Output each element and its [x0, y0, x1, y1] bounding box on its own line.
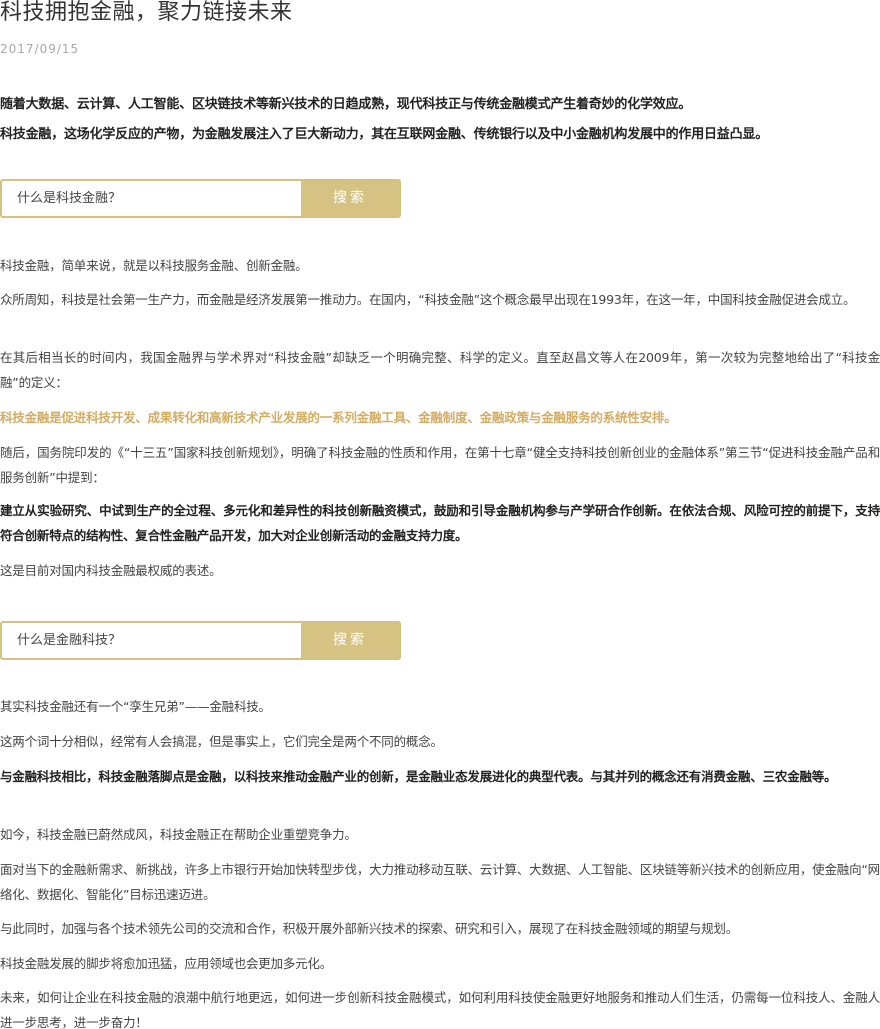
- section1-question: 什么是科技金融？: [17, 191, 122, 206]
- section1-search-button[interactable]: 搜索: [301, 181, 399, 216]
- paragraph: 科技金融，简单来说，就是以科技服务金融、创新金融。: [0, 258, 308, 273]
- paragraph: 随后，国务院印发的《“十三五”国家科技创新规划》，明确了科技金融的性质和作用，在…: [0, 445, 880, 485]
- article-title: 科技拥抱金融，聚力链接未来: [0, 0, 293, 25]
- paragraph: 与此同时，加强与各个技术领先公司的交流和合作，积极开展外部新兴技术的探索、研究和…: [0, 921, 739, 936]
- highlight-definition: 科技金融是促进科技开发、成果转化和高新技术产业发展的一系列金融工具、金融制度、金…: [0, 410, 677, 425]
- paragraph: 在其后相当长的时间内，我国金融界与学术界对“科技金融”却缺乏一个明确完整、科学的…: [0, 350, 880, 390]
- lead-line-2: 科技金融，这场化学反应的产物，为金融发展注入了巨大新动力，其在互联网金融、传统银…: [0, 127, 769, 142]
- paragraph: 其实科技金融还有一个“孪生兄弟”——金融科技。: [0, 699, 271, 714]
- paragraph: 这两个词十分相似，经常有人会搞混，但是事实上，它们完全是两个不同的概念。: [0, 734, 443, 749]
- paragraph: 众所周知，科技是社会第一生产力，而金融是经济发展第一推动力。在国内，“科技金融”…: [0, 292, 856, 307]
- bold-paragraph: 建立从实验研究、中试到生产的全过程、多元化和差异性的科技创新融资模式，鼓励和引导…: [0, 503, 880, 543]
- paragraph: 如今，科技金融已蔚然成风，科技金融正在帮助企业重塑竞争力。: [0, 827, 357, 842]
- paragraph: 未来，如何让企业在科技金融的浪潮中航行地更远，如何进一步创新科技金融模式，如何利…: [0, 990, 880, 1029]
- article: 科技拥抱金融，聚力链接未来 2017/09/15 随着大数据、云计算、人工智能、…: [0, 0, 880, 1029]
- paragraph: 科技金融发展的脚步将愈加迅猛，应用领域也会更加多元化。: [0, 956, 333, 971]
- article-date: 2017/09/15: [0, 42, 80, 56]
- bold-paragraph: 与金融科技相比，科技金融落脚点是金融，以科技来推动金融产业的创新，是金融业态发展…: [0, 769, 837, 784]
- section2-search-button[interactable]: 搜索: [301, 623, 399, 658]
- paragraph: 这是目前对国内科技金融最权威的表述。: [0, 563, 222, 578]
- section2-question: 什么是金融科技？: [17, 633, 122, 648]
- paragraph: 面对当下的金融新需求、新挑战，许多上市银行开始加快转型步伐，大力推动移动互联、云…: [0, 862, 880, 902]
- section2-question-bar: 什么是金融科技？ 搜索: [0, 621, 401, 660]
- lead-line-1: 随着大数据、云计算、人工智能、区块链技术等新兴技术的日趋成熟，现代科技正与传统金…: [0, 97, 692, 112]
- section1-question-bar: 什么是科技金融？ 搜索: [0, 179, 401, 218]
